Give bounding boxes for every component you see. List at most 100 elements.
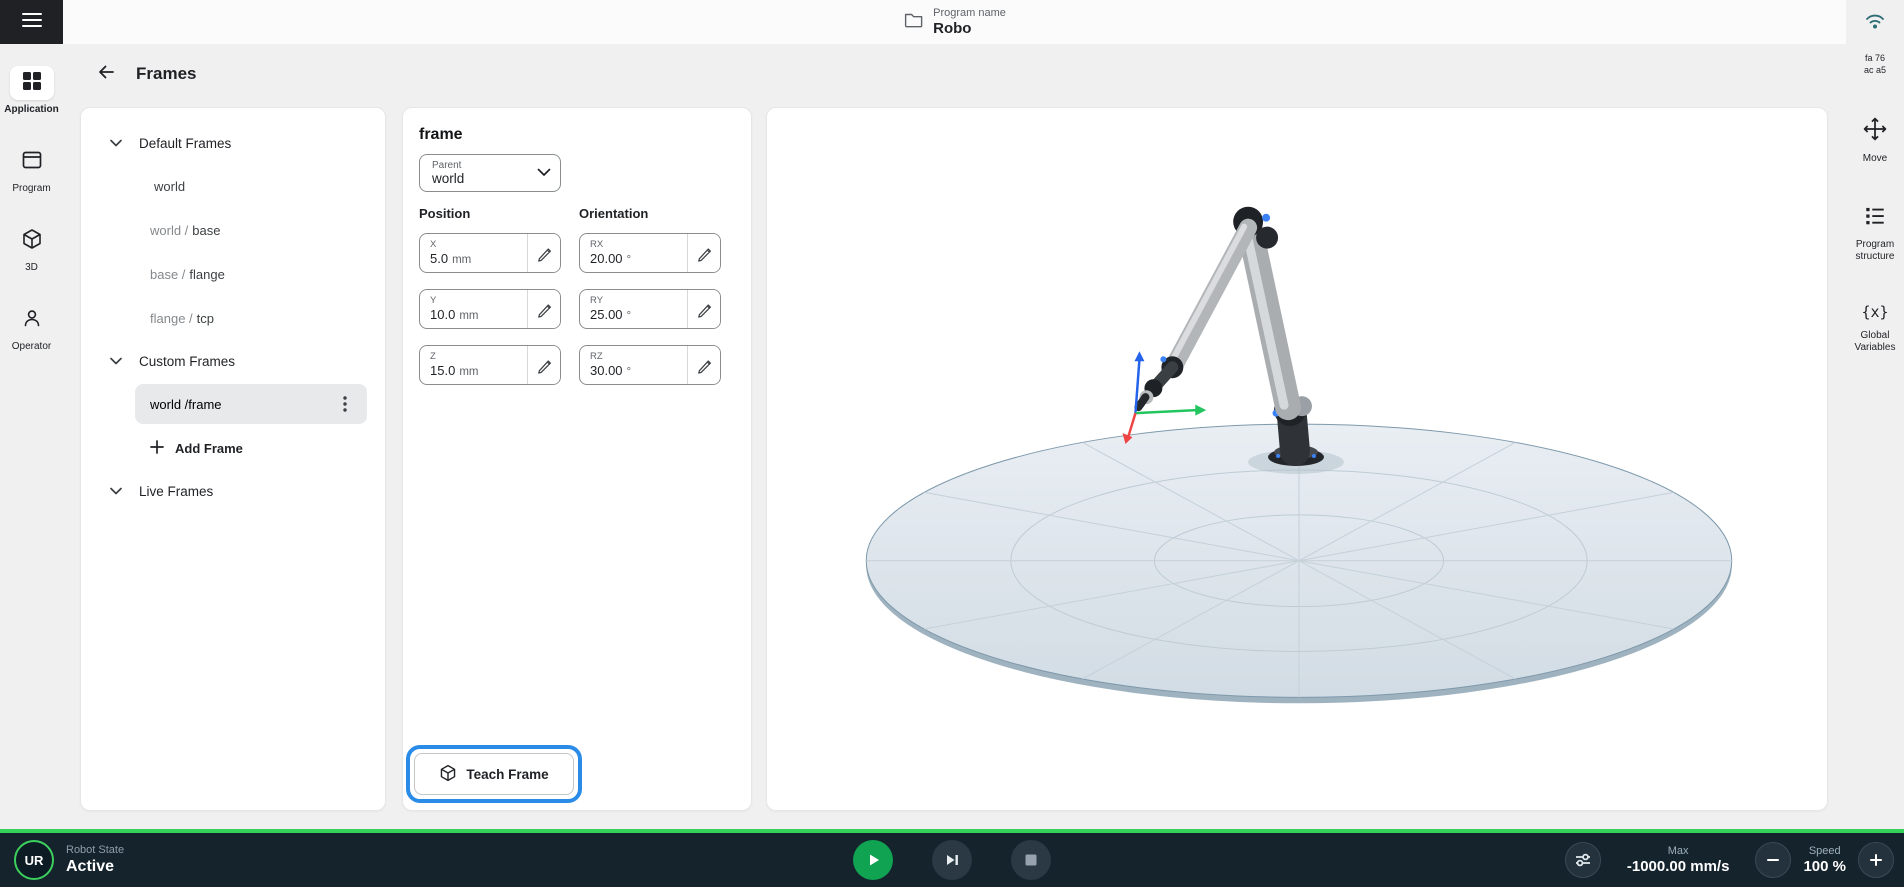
- connection-code-line: fa 76: [1846, 52, 1904, 64]
- tree-item-world-frame-selected[interactable]: world / frame: [135, 384, 367, 424]
- viewport-3d-panel[interactable]: [766, 107, 1828, 811]
- back-arrow-icon: [96, 62, 116, 87]
- cube-3d-icon: [21, 228, 43, 255]
- program-structure-button[interactable]: Program structure: [1846, 204, 1904, 263]
- sidebar-label: Application: [4, 104, 58, 115]
- add-frame-label: Add Frame: [175, 441, 243, 456]
- folder-icon: [903, 11, 923, 33]
- item-options-kebab-button[interactable]: [333, 392, 357, 416]
- ur-logo-button[interactable]: UR: [14, 840, 54, 880]
- orientation-rx-field[interactable]: RX 20.00 °: [579, 233, 721, 273]
- global-variables-button[interactable]: {x} Global Variables: [1846, 300, 1904, 354]
- robot-state-label: Robot State: [66, 844, 124, 857]
- tree-group-live-frames[interactable]: Live Frames: [81, 470, 385, 512]
- program-window-icon: [21, 149, 43, 176]
- speed-display: Speed 100 %: [1803, 845, 1846, 876]
- connection-code: fa 76 ac a5: [1846, 52, 1904, 76]
- tree-group-label: Custom Frames: [139, 354, 235, 369]
- tree-item-world[interactable]: world: [81, 164, 385, 208]
- position-z-field[interactable]: Z 15.0 mm: [419, 345, 561, 385]
- plus-icon: [1868, 852, 1884, 868]
- sidebar-label: Operator: [12, 341, 51, 352]
- tree-group-label: Live Frames: [139, 484, 213, 499]
- edit-position-x-button[interactable]: [527, 234, 560, 272]
- top-bar: Program name Robo: [63, 0, 1846, 44]
- chevron-down-icon: [109, 354, 123, 369]
- edit-orientation-rx-button[interactable]: [687, 234, 720, 272]
- move-arrows-icon: [1862, 116, 1888, 147]
- parent-frame-select[interactable]: Parent world: [419, 154, 561, 192]
- page-header: Frames: [92, 60, 196, 88]
- back-button[interactable]: [92, 60, 120, 88]
- frame-details-panel: frame Parent world Position X 5.0: [402, 107, 752, 811]
- position-column: Position X 5.0 mm: [419, 206, 561, 401]
- orientation-rz-field[interactable]: RZ 30.00 °: [579, 345, 721, 385]
- frame-title: frame: [419, 126, 735, 144]
- frames-tree-panel: Default Frames world world / base base /…: [80, 107, 386, 811]
- tree-group-custom-frames[interactable]: Custom Frames: [81, 340, 385, 382]
- tree-item-world-base[interactable]: world / base: [81, 208, 385, 252]
- position-x-field[interactable]: X 5.0 mm: [419, 233, 561, 273]
- sidebar-item-operator[interactable]: Operator: [2, 303, 62, 352]
- sidebar-item-program[interactable]: Program: [2, 145, 62, 194]
- remote-connection-button[interactable]: [1846, 10, 1904, 37]
- teach-frame-label: Teach Frame: [466, 767, 548, 782]
- speed-increase-button[interactable]: [1858, 842, 1894, 878]
- speed-decrease-button[interactable]: [1755, 842, 1791, 878]
- left-sidebar: Application Program 3D Operator: [0, 44, 63, 829]
- application-grid-icon: [21, 70, 43, 97]
- hamburger-icon: [22, 12, 42, 33]
- right-sidebar: fa 76 ac a5 Move Program structure {x} G…: [1846, 0, 1904, 829]
- tree-item-flange-tcp[interactable]: flange / tcp: [81, 296, 385, 340]
- sidebar-item-3d[interactable]: 3D: [2, 224, 62, 273]
- tree-group-default-frames[interactable]: Default Frames: [81, 122, 385, 164]
- edit-position-z-button[interactable]: [527, 346, 560, 384]
- program-name-label: Program name: [933, 7, 1006, 20]
- program-structure-label: Program structure: [1856, 239, 1895, 263]
- edit-orientation-ry-button[interactable]: [687, 290, 720, 328]
- max-speed-display: Max -1000.00 mm/s: [1627, 845, 1730, 876]
- position-header: Position: [419, 206, 561, 221]
- connection-code-line: ac a5: [1846, 64, 1904, 76]
- parent-select-label: Parent: [432, 160, 532, 171]
- sidebar-item-application[interactable]: Application: [2, 66, 62, 115]
- move-tool-button[interactable]: Move: [1846, 116, 1904, 165]
- teach-frame-button[interactable]: Teach Frame: [414, 753, 574, 795]
- edit-position-y-button[interactable]: [527, 290, 560, 328]
- tree-item-base-flange[interactable]: base / flange: [81, 252, 385, 296]
- move-label: Move: [1863, 153, 1887, 165]
- max-label: Max: [1668, 845, 1689, 858]
- sidebar-label: 3D: [25, 262, 38, 273]
- robot-state-value: Active: [66, 857, 124, 876]
- orientation-column: Orientation RX 20.00 °: [579, 206, 721, 401]
- stop-button[interactable]: [1011, 840, 1051, 880]
- edit-orientation-rz-button[interactable]: [687, 346, 720, 384]
- program-name-value: Robo: [933, 20, 1006, 38]
- global-variables-label: Global Variables: [1855, 330, 1896, 354]
- play-button[interactable]: [853, 840, 893, 880]
- program-structure-icon: [1863, 204, 1887, 233]
- speed-value: 100 %: [1803, 858, 1846, 876]
- chevron-down-icon: [109, 136, 123, 151]
- app-root: Program name Robo Application Program: [0, 0, 1904, 887]
- sliders-icon: [1573, 850, 1593, 870]
- tree-group-label: Default Frames: [139, 136, 231, 151]
- skip-next-button[interactable]: [932, 840, 972, 880]
- chevron-down-icon: [537, 164, 551, 182]
- play-icon: [861, 848, 885, 872]
- sidebar-label: Program: [12, 183, 50, 194]
- program-name-display: Program name Robo: [903, 0, 1006, 44]
- page-title: Frames: [136, 64, 196, 84]
- stop-icon: [1019, 848, 1043, 872]
- speed-settings-button[interactable]: [1565, 842, 1601, 878]
- main-menu-button[interactable]: [0, 0, 63, 44]
- add-frame-button[interactable]: Add Frame: [81, 426, 385, 470]
- variables-icon: {x}: [1861, 300, 1888, 324]
- skip-next-icon: [940, 848, 964, 872]
- plus-icon: [150, 440, 164, 457]
- position-y-field[interactable]: Y 10.0 mm: [419, 289, 561, 329]
- orientation-ry-field[interactable]: RY 25.00 °: [579, 289, 721, 329]
- chevron-down-icon: [109, 484, 123, 499]
- connection-signal-icon: [1863, 10, 1887, 37]
- orientation-header: Orientation: [579, 206, 721, 221]
